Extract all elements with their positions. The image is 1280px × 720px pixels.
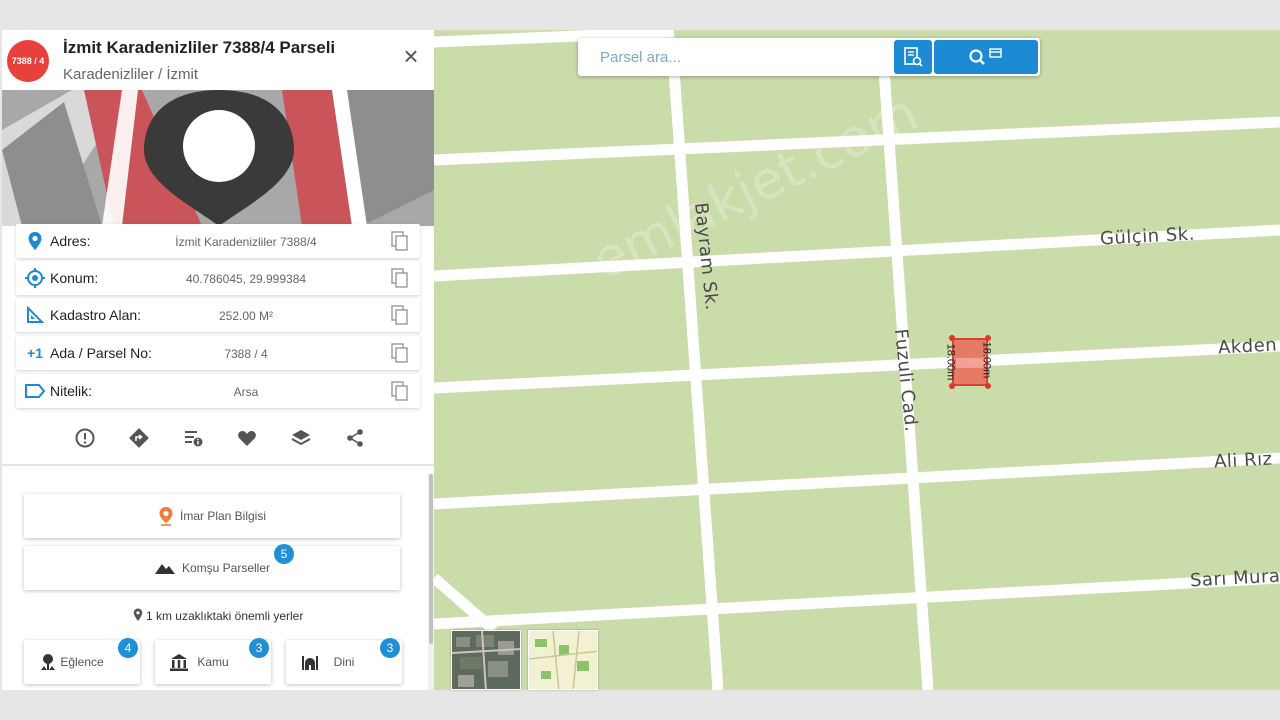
favorite-icon[interactable]: [235, 426, 259, 450]
info-label: Konum:: [50, 270, 99, 286]
info-row-block-parcel: +1 Ada / Parsel No: 7388 / 4: [16, 336, 420, 370]
info-label: Ada / Parsel No:: [50, 345, 152, 361]
info-label: Nitelik:: [50, 383, 93, 399]
panel-header: 7388 / 4 İzmit Karadenizliler 7388/4 Par…: [2, 30, 434, 90]
zoning-plan-button[interactable]: İmar Plan Bilgisi: [24, 494, 400, 538]
info-value: 252.00 M²: [218, 309, 274, 323]
close-icon: ×: [403, 41, 419, 71]
nearby-places-heading: 1 km uzaklıktaki önemli yerler: [2, 608, 434, 623]
category-count-badge: 4: [118, 638, 138, 658]
map-pin-illustration: [2, 90, 434, 226]
close-panel-button[interactable]: ×: [400, 41, 422, 71]
info-row-coordinates: Konum: 40.786045, 29.999384: [16, 261, 420, 295]
info-value: 40.786045, 29.999384: [185, 272, 307, 286]
copy-icon[interactable]: [390, 342, 410, 364]
info-row-address: Adres: İzmit Karadenizliler 7388/4: [16, 224, 420, 258]
search-icon: [969, 48, 1002, 65]
neighbor-count-badge: 5: [274, 544, 294, 564]
copy-icon[interactable]: [390, 380, 410, 402]
parcel-vertex[interactable]: [949, 383, 955, 389]
copy-icon[interactable]: [390, 267, 410, 289]
search-button[interactable]: [934, 40, 1038, 74]
copy-icon[interactable]: [390, 304, 410, 326]
nearby-places-label: 1 km uzaklıktaki önemli yerler: [145, 609, 304, 623]
neighbor-parcels-button[interactable]: Komşu Parseller: [24, 546, 400, 590]
mountain-icon: [154, 564, 175, 574]
report-icon[interactable]: [73, 426, 97, 450]
category-label: Kamu: [197, 655, 229, 669]
set-square-icon: [24, 305, 46, 325]
parcel-dimension-left: 18.00m: [944, 343, 957, 381]
advanced-search-button[interactable]: [894, 40, 932, 74]
document-search-icon: [904, 47, 923, 67]
info-value: 7388 / 4: [224, 347, 268, 361]
zoning-map-icon: [529, 631, 597, 689]
info-label: Adres:: [50, 233, 91, 249]
plus-one-icon: +1: [24, 343, 46, 363]
category-count-badge: 3: [249, 638, 269, 658]
road-network: emlakjet.com: [434, 30, 1280, 690]
parcel-vertex[interactable]: [985, 335, 991, 341]
info-row-area: Kadastro Alan: 252.00 M²: [16, 298, 420, 332]
info-row-quality: Nitelik: Arsa: [16, 374, 420, 408]
share-icon[interactable]: [343, 426, 367, 450]
directions-icon[interactable]: [127, 426, 151, 450]
section-divider: [2, 464, 434, 466]
parcel-vertex[interactable]: [949, 335, 955, 341]
category-label: Dini: [333, 655, 355, 669]
satellite-layer-thumbnail[interactable]: [451, 630, 521, 690]
parcel-location-subtitle: Karadenizliler / İzmit: [63, 66, 199, 83]
crosshair-icon: [24, 268, 46, 288]
info-label: Kadastro Alan:: [50, 307, 142, 323]
street-label-akden: Akden: [1217, 334, 1278, 359]
parcel-number-badge: 7388 / 4: [7, 40, 49, 82]
copy-icon[interactable]: [390, 230, 410, 252]
layers-icon[interactable]: [289, 426, 313, 450]
location-pin-icon: [24, 231, 46, 251]
location-hero-image: [2, 90, 434, 226]
parcel-vertex[interactable]: [985, 383, 991, 389]
tag-icon: [24, 381, 46, 401]
parcel-detail-panel: 7388 / 4 İzmit Karadenizliler 7388/4 Par…: [2, 30, 434, 690]
satellite-map-icon: [452, 631, 520, 689]
parcel-search-input[interactable]: [588, 42, 888, 72]
parcel-title: İzmit Karadenizliler 7388/4 Parseli: [63, 38, 336, 57]
neighbor-parcels-label: Komşu Parseller: [181, 561, 271, 575]
small-pin-icon: [133, 608, 142, 621]
details-icon[interactable]: [181, 426, 205, 450]
category-count-badge: 3: [380, 638, 400, 658]
parcel-dimension-right: 18.00m: [980, 341, 993, 379]
parcel-search-bar: [578, 38, 1040, 76]
info-value: İzmit Karadenizliler 7388/4: [175, 235, 317, 249]
panel-action-bar: [2, 422, 434, 454]
plus-one-text: +1: [27, 345, 43, 361]
info-value: Arsa: [233, 385, 259, 399]
zoning-plan-label: İmar Plan Bilgisi: [179, 509, 267, 523]
street-label-ali-riza: Ali Rız: [1213, 448, 1274, 473]
category-label: Eğlence: [60, 655, 104, 669]
orange-pin-icon: [159, 507, 173, 526]
zoning-layer-thumbnail[interactable]: [528, 630, 598, 690]
map-canvas[interactable]: emlakjet.com Bayram Sk. Fuzuli Cad. Gülç…: [434, 30, 1280, 690]
